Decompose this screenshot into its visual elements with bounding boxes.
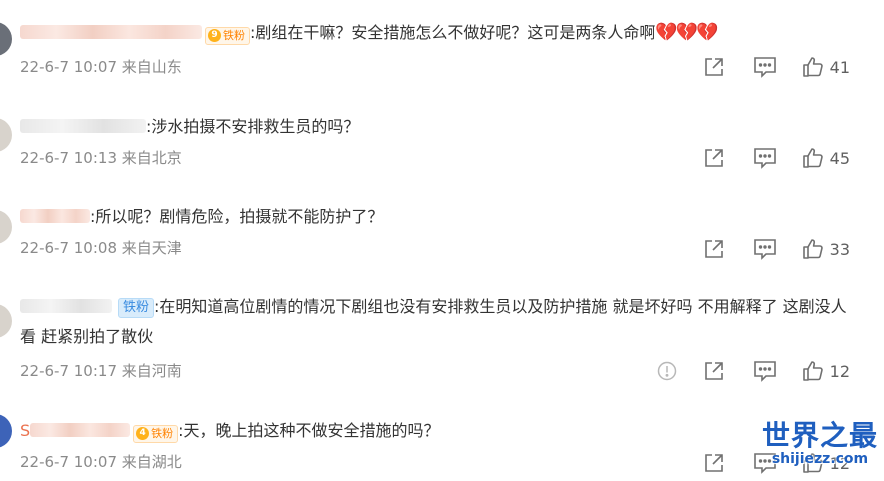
- comment-date: 22-6-7 10:08: [20, 239, 117, 257]
- like-button[interactable]: 41: [802, 55, 850, 79]
- avatar[interactable]: [0, 304, 12, 338]
- username-visible: S: [20, 421, 31, 440]
- comment-date: 22-6-7 10:17: [20, 362, 117, 380]
- comment-content: :天，晚上拍这种不做安全措施的吗？: [178, 421, 440, 440]
- report-button[interactable]: [656, 359, 678, 383]
- comment-meta: 22-6-7 10:07 来自山东: [20, 57, 182, 77]
- fan-level-icon: 4: [136, 427, 150, 440]
- share-icon: [704, 149, 723, 167]
- username[interactable]: [20, 18, 202, 48]
- fan-badge[interactable]: 铁粉: [118, 298, 155, 318]
- comment-icon: [753, 239, 776, 260]
- comment-date: 22-6-7 10:07: [20, 58, 117, 76]
- broken-heart-emoji: 💔💔💔: [655, 22, 718, 43]
- comment-meta: 22-6-7 10:13 来自北京: [20, 148, 182, 168]
- reply-button[interactable]: [752, 146, 778, 170]
- comment-icon: [753, 148, 776, 169]
- like-count: 12: [829, 361, 850, 381]
- share-button[interactable]: [702, 451, 726, 475]
- reply-button[interactable]: [752, 237, 778, 261]
- like-button[interactable]: 45: [802, 146, 850, 170]
- thumbs-up-icon: [802, 57, 823, 77]
- username[interactable]: S: [20, 416, 131, 446]
- comment-date: 22-6-7 10:13: [20, 149, 117, 167]
- avatar[interactable]: [0, 210, 12, 244]
- comment-location: 来自山东: [121, 58, 182, 76]
- comment-text: :所以呢？剧情危险，拍摄就不能防护了？: [20, 202, 844, 232]
- thumbs-up-icon: [802, 148, 823, 168]
- comment-location: 来自湖北: [121, 453, 182, 471]
- comment-actions: 12: [656, 359, 850, 383]
- avatar[interactable]: [0, 414, 12, 448]
- comment-text: 铁粉:在明知道高位剧情的情况下剧组也没有安排救生员以及防护措施 就是坏好吗 不用…: [20, 292, 854, 352]
- avatar[interactable]: [0, 22, 12, 56]
- share-icon: [704, 58, 723, 76]
- share-icon: [704, 240, 723, 258]
- fan-level-icon: 9: [208, 29, 221, 42]
- username[interactable]: [20, 112, 146, 142]
- comment-date: 22-6-7 10:07: [20, 453, 117, 471]
- username[interactable]: [20, 292, 112, 322]
- like-button[interactable]: 12: [802, 359, 850, 383]
- comment-text: S 4 铁粉:天，晚上拍这种不做安全措施的吗？: [20, 416, 844, 446]
- comment-location: 来自天津: [121, 239, 182, 257]
- share-button[interactable]: [702, 146, 726, 170]
- like-count: 41: [829, 57, 850, 77]
- thumbs-up-icon: [802, 361, 823, 381]
- share-button[interactable]: [702, 237, 726, 261]
- share-icon: [704, 362, 723, 380]
- comment-meta: 22-6-7 10:08 来自天津: [20, 238, 182, 258]
- like-count: 45: [829, 148, 850, 168]
- comment-meta: 22-6-7 10:17 来自河南: [20, 361, 182, 381]
- comment-actions: 41: [702, 55, 850, 79]
- thumbs-up-icon: [802, 239, 823, 259]
- fan-badge[interactable]: 9 铁粉: [205, 26, 250, 45]
- comment-actions: 33: [702, 237, 850, 261]
- comment-text: :涉水拍摄不安排救生员的吗？: [20, 112, 844, 142]
- avatar[interactable]: [0, 118, 12, 152]
- like-button[interactable]: 33: [802, 237, 850, 261]
- username[interactable]: [20, 202, 90, 232]
- comment-meta: 22-6-7 10:07 来自湖北: [20, 452, 182, 472]
- comment-icon: [753, 361, 776, 382]
- comment-actions: 45: [702, 146, 850, 170]
- comment-content: :剧组在干嘛？安全措施怎么不做好呢？这可是两条人命啊: [250, 23, 656, 42]
- comment-location: 来自北京: [121, 149, 182, 167]
- comment-text: 9 铁粉:剧组在干嘛？安全措施怎么不做好呢？这可是两条人命啊💔💔💔: [20, 18, 844, 48]
- fan-badge-label: 铁粉: [223, 28, 245, 42]
- share-button[interactable]: [702, 359, 726, 383]
- fan-badge[interactable]: 4 铁粉: [133, 424, 179, 443]
- comment-icon: [753, 57, 776, 78]
- share-button[interactable]: [702, 55, 726, 79]
- comment-content: :所以呢？剧情危险，拍摄就不能防护了？: [90, 207, 384, 226]
- reply-button[interactable]: [752, 55, 778, 79]
- report-icon: [657, 361, 676, 381]
- share-icon: [704, 454, 723, 472]
- comment-content: :涉水拍摄不安排救生员的吗？: [146, 117, 360, 136]
- like-count: 33: [829, 239, 850, 259]
- comment-location: 来自河南: [121, 362, 182, 380]
- watermark-title: 世界之最: [761, 419, 878, 452]
- watermark-url: shijiezz.com: [771, 451, 869, 467]
- fan-badge-label: 铁粉: [151, 426, 174, 440]
- reply-button[interactable]: [752, 359, 778, 383]
- site-watermark: 世界之最 shijiezz.com: [761, 419, 878, 468]
